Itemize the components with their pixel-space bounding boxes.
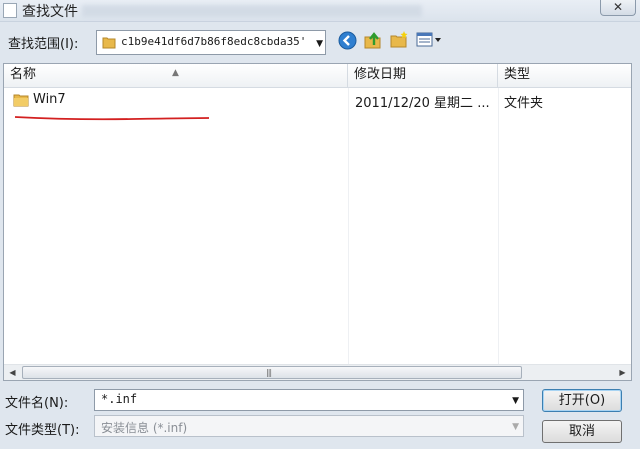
annotation-underline bbox=[14, 116, 210, 121]
close-button[interactable]: ✕ bbox=[600, 0, 636, 16]
filetype-select[interactable]: 安装信息 (*.inf) ▼ bbox=[94, 415, 524, 437]
new-folder-button[interactable] bbox=[388, 30, 410, 54]
filename-label: 文件名(N): bbox=[5, 396, 69, 411]
window-icon bbox=[3, 3, 17, 18]
filename-value: *.inf bbox=[101, 392, 138, 406]
column-header-modified[interactable]: 修改日期 bbox=[348, 64, 498, 88]
window-title: 查找文件 bbox=[22, 4, 78, 20]
back-button[interactable] bbox=[336, 30, 358, 54]
blurred-background-text bbox=[82, 5, 422, 17]
column-header-name[interactable]: 名称 ▲ bbox=[4, 64, 348, 88]
dropdown-arrow-icon[interactable]: ▼ bbox=[512, 396, 519, 406]
close-icon: ✕ bbox=[612, 0, 624, 14]
filename-input[interactable]: *.inf ▼ bbox=[94, 389, 524, 411]
open-button[interactable]: 打开(O) bbox=[542, 389, 622, 412]
column-label: 修改日期 bbox=[354, 67, 407, 82]
scroll-right-icon[interactable]: ▶ bbox=[615, 366, 630, 380]
look-in-path: c1b9e41df6d7b86f8edc8cbda35' bbox=[121, 35, 307, 48]
back-icon bbox=[338, 31, 357, 54]
column-divider bbox=[498, 88, 499, 364]
title-bar: 查找文件 ✕ bbox=[0, 0, 640, 22]
file-type: 文件夹 bbox=[504, 96, 544, 111]
view-menu-button[interactable] bbox=[414, 30, 444, 54]
list-header: 名称 ▲ 修改日期 类型 bbox=[4, 64, 631, 88]
scrollbar-thumb[interactable]: ||| bbox=[22, 366, 522, 379]
scroll-left-icon[interactable]: ◀ bbox=[5, 366, 20, 380]
filetype-label: 文件类型(T): bbox=[5, 423, 80, 438]
column-label: 名称 bbox=[10, 67, 37, 82]
up-folder-icon bbox=[363, 30, 383, 54]
new-folder-icon bbox=[389, 30, 409, 54]
column-label: 类型 bbox=[504, 67, 531, 82]
column-header-type[interactable]: 类型 bbox=[498, 64, 633, 88]
dropdown-arrow-icon: ▼ bbox=[316, 39, 323, 49]
dropdown-arrow-icon[interactable]: ▼ bbox=[512, 422, 519, 432]
file-modified: 2011/12/20 星期二 ... bbox=[355, 96, 490, 111]
file-list[interactable]: 名称 ▲ 修改日期 类型 Win7 2011/12/20 星期二 ... 文件夹… bbox=[3, 63, 632, 381]
list-item[interactable]: Win7 2011/12/20 星期二 ... 文件夹 bbox=[4, 90, 631, 112]
horizontal-scrollbar[interactable]: ◀ ||| ▶ bbox=[4, 364, 631, 380]
view-menu-icon bbox=[416, 32, 442, 52]
folder-icon bbox=[13, 93, 29, 111]
folder-icon bbox=[102, 36, 117, 53]
sort-ascending-icon: ▲ bbox=[172, 68, 179, 78]
cancel-button[interactable]: 取消 bbox=[542, 420, 622, 443]
look-in-label: 查找范围(I): bbox=[8, 37, 79, 52]
file-name: Win7 bbox=[33, 92, 66, 107]
up-folder-button[interactable] bbox=[362, 30, 384, 54]
grip-icon: ||| bbox=[266, 368, 272, 377]
column-divider bbox=[348, 88, 349, 364]
look-in-combo[interactable]: c1b9e41df6d7b86f8edc8cbda35' ▼ bbox=[96, 30, 326, 55]
filetype-value: 安装信息 (*.inf) bbox=[101, 421, 188, 435]
